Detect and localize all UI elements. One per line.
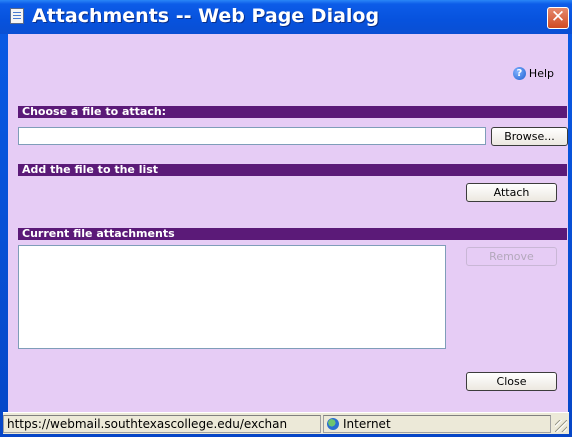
section-add-file: Add the file to the list [18,164,567,176]
security-zone: Internet [323,415,551,433]
help-link[interactable]: ? Help [512,65,554,81]
resize-grip-icon[interactable] [555,420,567,432]
close-button[interactable]: Close [466,372,557,391]
title-bar[interactable]: Attachments -- Web Page Dialog ✕ [0,0,572,34]
section-choose-file: Choose a file to attach: [18,106,567,118]
close-icon: ✕ [550,7,566,27]
window-title: Attachments -- Web Page Dialog [32,5,380,27]
file-path-input[interactable] [18,127,486,145]
remove-button[interactable]: Remove [466,247,557,266]
attach-button[interactable]: Attach [466,183,557,202]
status-url: https://webmail.southtexascollege.edu/ex… [3,415,321,433]
globe-icon [327,418,339,430]
section-current-attachments: Current file attachments [18,228,567,240]
page-icon [10,8,24,24]
dialog-window: Attachments -- Web Page Dialog ✕ ? Help … [0,0,572,437]
help-label: Help [528,66,554,80]
status-bar: https://webmail.southtexascollege.edu/ex… [3,412,569,434]
close-window-button[interactable]: ✕ [547,7,569,29]
dialog-content: ? Help Choose a file to attach: Browse..… [8,34,568,412]
browse-button[interactable]: Browse... [491,127,568,146]
zone-label: Internet [343,417,391,431]
help-icon: ? [512,66,526,80]
attachments-list[interactable] [18,245,446,349]
